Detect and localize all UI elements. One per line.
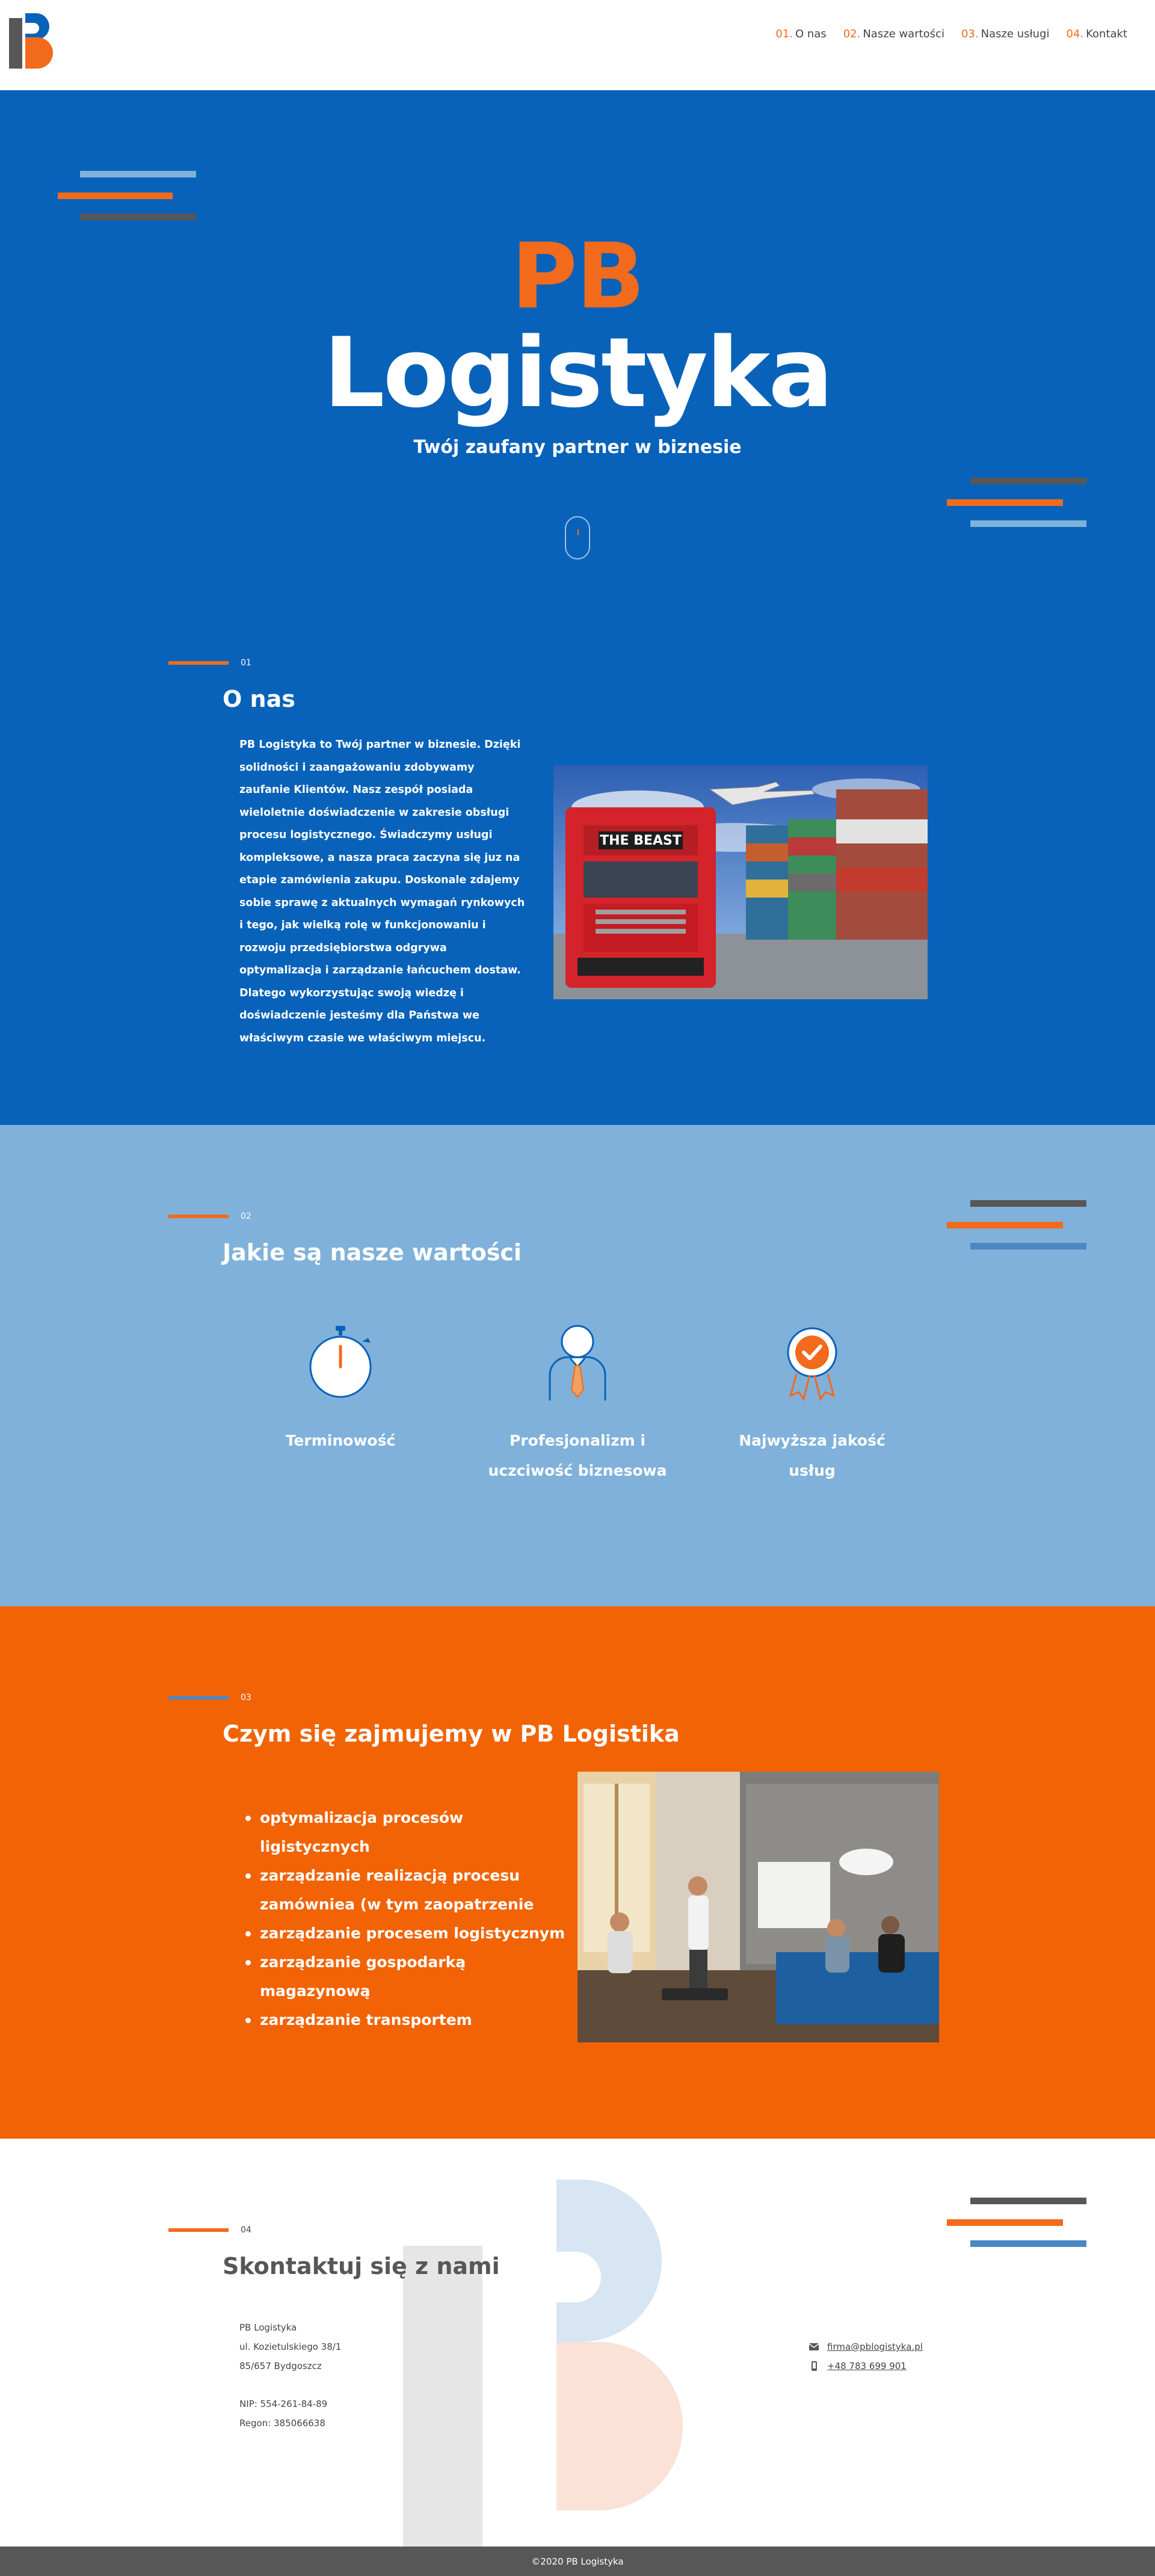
decor-line xyxy=(970,1243,1086,1249)
pb-watermark-logo xyxy=(403,2180,683,2547)
quality-badge-icon xyxy=(787,1327,837,1402)
services-heading: Czym się zajmujemy w PB Logistika xyxy=(223,1721,680,1747)
value-label: Terminowość xyxy=(285,1432,396,1449)
decor-line xyxy=(947,499,1063,506)
decor-line xyxy=(80,214,196,220)
truck-lettering: THE BEAST xyxy=(600,833,682,848)
truck-containers-image: THE BEAST xyxy=(553,765,928,999)
list-item: zarządzanie gospodarką magazynową xyxy=(241,1948,565,2006)
nav-item-contact[interactable]: 04. Kontakt xyxy=(1066,28,1127,40)
hero-subtitle: Twój zaufany partner w biznesie xyxy=(413,437,742,458)
value-item: Najwyższa jakość usług xyxy=(728,1323,896,1486)
decor-line xyxy=(970,1200,1086,1207)
list-item: zarządzanie transportem xyxy=(241,2006,565,2035)
contact-company-ids: NIP: 554-261-84-89 Regon: 385066638 xyxy=(239,2399,328,2429)
phone-link[interactable]: +48 783 699 901 xyxy=(809,2356,923,2376)
nav-item-about[interactable]: 01. O nas xyxy=(775,28,826,40)
email-link[interactable]: firma@pblogistyka.pl xyxy=(809,2337,923,2356)
list-item: optymalizacja procesów ligistycznych xyxy=(241,1804,565,1861)
decor-line xyxy=(970,520,1086,527)
decor-line xyxy=(970,478,1086,484)
decor-line xyxy=(80,171,196,177)
list-item: zarządzanie procesem logistycznym xyxy=(241,1919,565,1948)
pb-logo-icon[interactable] xyxy=(7,13,55,69)
section-marker: 03 xyxy=(168,1693,251,1702)
phone-icon xyxy=(812,2361,817,2371)
site-header: 01. O nas 02. Nasze wartości 03. Nasze usłu… xyxy=(0,0,1155,90)
decor-line xyxy=(970,2198,1086,2204)
value-label: Najwyższa jakość usług xyxy=(739,1432,886,1479)
decor-line xyxy=(970,2240,1086,2247)
contact-section: 04 Skontaktuj się z nami PB Logistyka ul… xyxy=(0,2139,1155,2547)
services-section: 03 Czym się zajmujemy w PB Logistika opt… xyxy=(0,1606,1155,2139)
hero-title-pb: PB xyxy=(511,224,645,329)
about-heading: O nas xyxy=(223,686,295,712)
decor-line xyxy=(947,1222,1063,1228)
hero-section: PB Logistyka Twój zaufany partner w bizn… xyxy=(0,90,1155,1125)
decor-line xyxy=(947,2219,1063,2226)
about-text: PB Logistyka to Twój partner w biznesie.… xyxy=(239,739,525,1044)
value-label: Profesjonalizm i uczciwość biznesowa xyxy=(488,1432,667,1479)
stopwatch-icon xyxy=(309,1326,372,1398)
main-nav: 01. O nas 02. Nasze wartości 03. Nasze usłu… xyxy=(775,28,1127,40)
copyright-text: ©2020 PB Logistyka xyxy=(531,2556,624,2567)
businessman-icon xyxy=(549,1325,606,1400)
values-heading: Jakie są nasze wartości xyxy=(223,1239,522,1266)
services-list: optymalizacja procesów ligistycznych zar… xyxy=(241,1804,565,2035)
nav-item-services[interactable]: 03. Nasze usługi xyxy=(961,28,1050,40)
value-item: Profesjonalizm i uczciwość biznesowa xyxy=(481,1323,674,1486)
contact-address: PB Logistyka ul. Kozietulskiego 38/1 85/… xyxy=(239,2322,342,2371)
team-meeting-image xyxy=(578,1772,939,2042)
nav-item-values[interactable]: 02. Nasze wartości xyxy=(843,28,944,40)
envelope-icon xyxy=(809,2343,819,2350)
section-marker: 04 xyxy=(168,2225,251,2235)
mouse-scroll-icon[interactable] xyxy=(565,516,590,559)
section-marker: 02 xyxy=(168,1212,251,1221)
contact-heading: Skontaktuj się z nami xyxy=(223,2253,500,2279)
hero-title: Logistyka xyxy=(323,316,834,429)
list-item: zarządzanie realizacją procesu zamówniea… xyxy=(241,1861,565,1919)
contact-links: firma@pblogistyka.pl +48 783 699 901 xyxy=(809,2337,923,2376)
values-section: 02 Jakie są nasze wartości Terminowość P… xyxy=(0,1125,1155,1606)
value-item: Terminowość xyxy=(256,1323,425,1456)
decor-line xyxy=(58,193,173,199)
section-marker: 01 xyxy=(168,658,251,668)
site-footer: ©2020 PB Logistyka xyxy=(0,2547,1155,2576)
